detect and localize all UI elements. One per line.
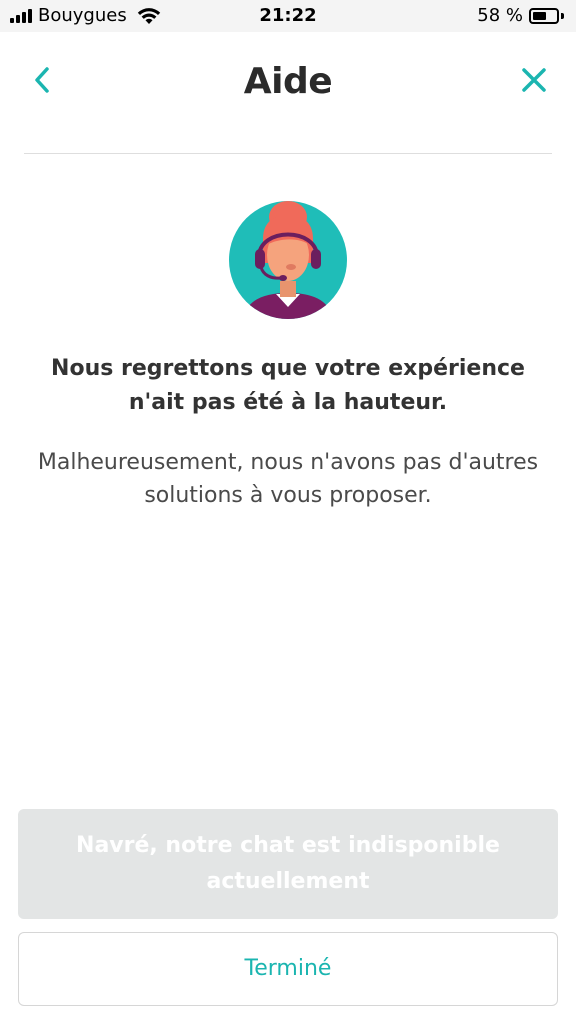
chat-unavailable-label: Navré, notre chat est indisponible actue… [76,833,500,894]
header: Aide [0,32,576,142]
close-button[interactable] [514,60,554,100]
battery-icon [529,8,559,24]
battery-percent: 58 % [477,5,523,26]
status-bar: Bouygues 21:22 58 % [0,0,576,32]
close-icon [522,68,546,92]
chat-unavailable-button: Navré, notre chat est indisponible actue… [18,809,558,919]
battery-cap [561,13,564,19]
status-right: 58 % [477,5,564,27]
apology-body: Malheureusement, nous n'avons pas d'autr… [37,450,539,508]
apology-headline: Nous regrettons que votre expérience n'a… [51,356,525,415]
header-divider [24,153,552,154]
done-label: Terminé [244,956,332,981]
support-agent-icon [229,201,347,319]
page-title: Aide [243,61,333,102]
help-screen: Bouygues 21:22 58 % Aide Nous regrettons… [0,0,576,1024]
battery-fill [533,12,546,20]
done-button[interactable]: Terminé [18,932,558,1006]
